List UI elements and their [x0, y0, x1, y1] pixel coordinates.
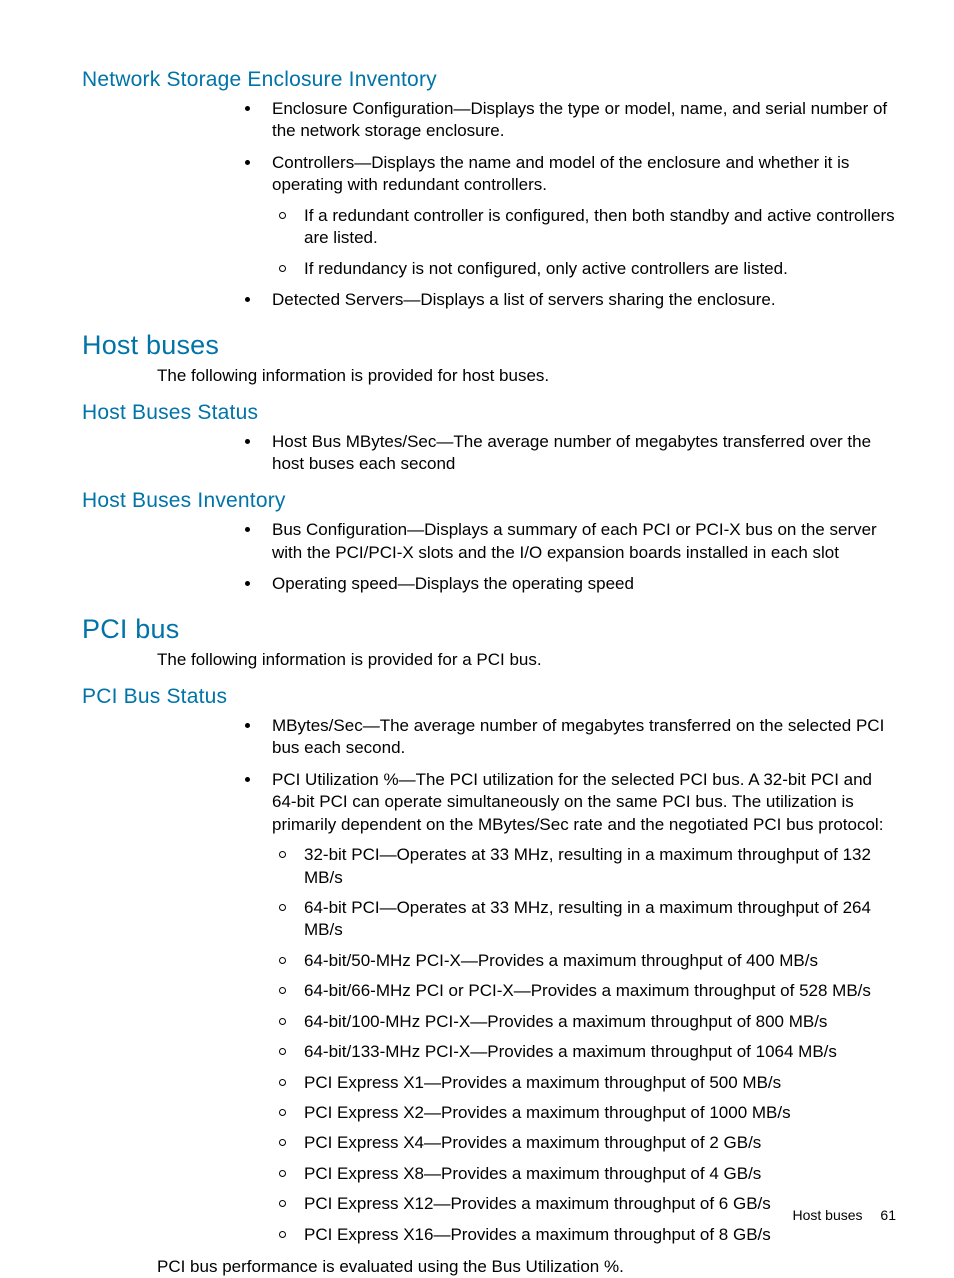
list-host-buses-inventory: Bus Configuration—Displays a summary of …	[82, 519, 896, 595]
list-item: 32-bit PCI—Operates at 33 MHz, resulting…	[272, 844, 896, 889]
list-item-text: 64-bit/133-MHz PCI-X—Provides a maximum …	[304, 1042, 837, 1061]
list-item-text: If a redundant controller is configured,…	[304, 206, 895, 247]
list-item: 64-bit/133-MHz PCI-X—Provides a maximum …	[272, 1041, 896, 1063]
paragraph: The following information is provided fo…	[157, 649, 896, 671]
list-item-text: Detected Servers—Displays a list of serv…	[272, 290, 776, 309]
list-item-text: MBytes/Sec—The average number of megabyt…	[272, 716, 884, 757]
list-item-text: Enclosure Configuration—Displays the typ…	[272, 99, 887, 140]
list-item-text: If redundancy is not configured, only ac…	[304, 259, 788, 278]
list-item-text: PCI Utilization %—The PCI utilization fo…	[272, 770, 883, 834]
list-item-text: PCI Express X2—Provides a maximum throug…	[304, 1103, 791, 1122]
heading-pci-bus-status: PCI Bus Status	[82, 685, 896, 709]
list-item: PCI Express X8—Provides a maximum throug…	[272, 1163, 896, 1185]
list-item: MBytes/Sec—The average number of megabyt…	[234, 715, 896, 760]
list-item-text: PCI Express X4—Provides a maximum throug…	[304, 1133, 761, 1152]
list-item-text: 32-bit PCI—Operates at 33 MHz, resulting…	[304, 845, 871, 886]
list-item: If a redundant controller is configured,…	[272, 205, 896, 250]
list-item: PCI Express X2—Provides a maximum throug…	[272, 1102, 896, 1124]
list-item: 64-bit/50-MHz PCI-X—Provides a maximum t…	[272, 950, 896, 972]
list-item: PCI Express X1—Provides a maximum throug…	[272, 1072, 896, 1094]
list-item: If redundancy is not configured, only ac…	[272, 258, 896, 280]
list-item-text: 64-bit/66-MHz PCI or PCI-X—Provides a ma…	[304, 981, 871, 1000]
list-item-text: 64-bit/50-MHz PCI-X—Provides a maximum t…	[304, 951, 818, 970]
list-item: Controllers—Displays the name and model …	[234, 152, 896, 280]
list-item-text: PCI Express X12—Provides a maximum throu…	[304, 1194, 771, 1213]
list-item: Host Bus MBytes/Sec—The average number o…	[234, 431, 896, 476]
footer-label: Host buses	[792, 1207, 862, 1223]
list-item-text: Controllers—Displays the name and model …	[272, 153, 849, 194]
heading-pci-bus: PCI bus	[82, 614, 896, 645]
heading-host-buses: Host buses	[82, 330, 896, 361]
list-item: 64-bit/100-MHz PCI-X—Provides a maximum …	[272, 1011, 896, 1033]
heading-host-buses-inventory: Host Buses Inventory	[82, 489, 896, 513]
page-footer: Host buses 61	[792, 1207, 896, 1223]
list-item: Bus Configuration—Displays a summary of …	[234, 519, 896, 564]
list-item-text: PCI Express X1—Provides a maximum throug…	[304, 1073, 781, 1092]
list-item: 64-bit/66-MHz PCI or PCI-X—Provides a ma…	[272, 980, 896, 1002]
page-number: 61	[880, 1207, 896, 1223]
list-item-text: PCI Express X8—Provides a maximum throug…	[304, 1164, 761, 1183]
paragraph: PCI bus performance is evaluated using t…	[157, 1256, 896, 1278]
list-item-text: Operating speed—Displays the operating s…	[272, 574, 634, 593]
list-item-text: PCI Express X16—Provides a maximum throu…	[304, 1225, 771, 1244]
list-item: Detected Servers—Displays a list of serv…	[234, 289, 896, 311]
list-item-text: 64-bit/100-MHz PCI-X—Provides a maximum …	[304, 1012, 827, 1031]
list-host-buses-status: Host Bus MBytes/Sec—The average number o…	[82, 431, 896, 476]
list-item: PCI Express X4—Provides a maximum throug…	[272, 1132, 896, 1154]
list-item: PCI Utilization %—The PCI utilization fo…	[234, 769, 896, 1246]
list-item-text: Host Bus MBytes/Sec—The average number o…	[272, 432, 871, 473]
list-item: Enclosure Configuration—Displays the typ…	[234, 98, 896, 143]
document-page: Network Storage Enclosure Inventory Encl…	[0, 0, 954, 1278]
list-item: PCI Express X16—Provides a maximum throu…	[272, 1224, 896, 1246]
list-item-text: Bus Configuration—Displays a summary of …	[272, 520, 877, 561]
heading-host-buses-status: Host Buses Status	[82, 401, 896, 425]
list-item: Operating speed—Displays the operating s…	[234, 573, 896, 595]
sublist: 32-bit PCI—Operates at 33 MHz, resulting…	[272, 844, 896, 1246]
paragraph: The following information is provided fo…	[157, 365, 896, 387]
list-item-text: 64-bit PCI—Operates at 33 MHz, resulting…	[304, 898, 871, 939]
heading-nse-inventory: Network Storage Enclosure Inventory	[82, 68, 896, 92]
list-item: 64-bit PCI—Operates at 33 MHz, resulting…	[272, 897, 896, 942]
list-nse-inventory: Enclosure Configuration—Displays the typ…	[82, 98, 896, 312]
sublist: If a redundant controller is configured,…	[272, 205, 896, 280]
list-pci-bus-status: MBytes/Sec—The average number of megabyt…	[82, 715, 896, 1246]
